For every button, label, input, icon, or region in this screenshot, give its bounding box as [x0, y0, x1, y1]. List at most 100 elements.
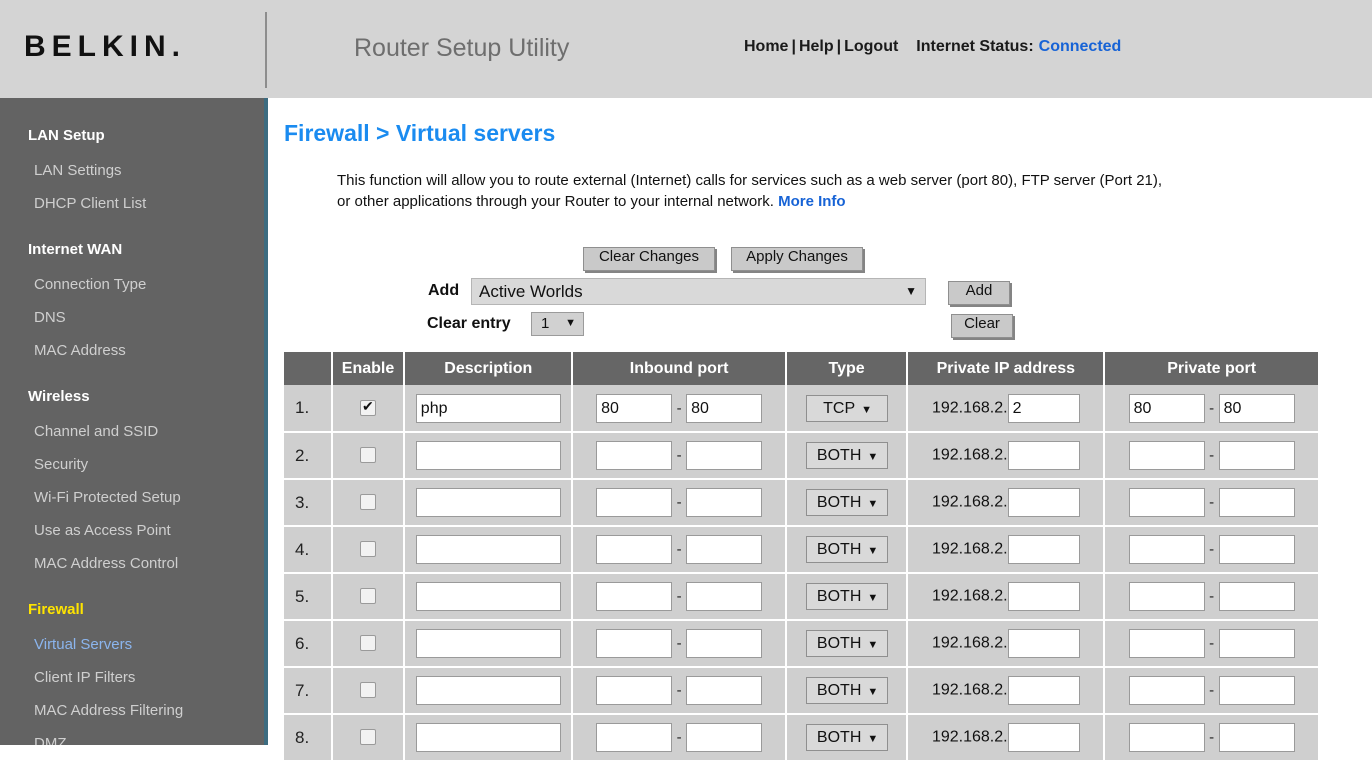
- inbound-port-cell: -: [572, 620, 787, 668]
- private-port-end-input[interactable]: [1218, 676, 1295, 705]
- private-port-start-input[interactable]: 80: [1128, 393, 1205, 423]
- sidebar-item-lan-settings[interactable]: LAN Settings: [34, 162, 122, 179]
- inbound-port-start-input[interactable]: 80: [596, 393, 673, 423]
- type-select[interactable]: BOTH ▼: [805, 489, 888, 516]
- sidebar-item-virtual-servers[interactable]: Virtual Servers: [34, 636, 132, 653]
- sidebar-item-client-ip-filters[interactable]: Client IP Filters: [34, 669, 135, 686]
- private-port-end-input[interactable]: [1218, 441, 1295, 470]
- private-port-start-input[interactable]: [1128, 535, 1205, 564]
- inbound-port-end-input[interactable]: [686, 629, 763, 658]
- description-input[interactable]: [415, 629, 561, 658]
- private-ip-input[interactable]: 2: [1007, 393, 1080, 423]
- description-input[interactable]: php: [415, 393, 561, 423]
- inbound-port-start-input[interactable]: [596, 535, 673, 564]
- private-port-end-input[interactable]: [1218, 723, 1295, 752]
- private-ip-input[interactable]: [1007, 441, 1080, 470]
- clear-changes-button[interactable]: Clear Changes: [583, 247, 715, 271]
- sidebar-item-security[interactable]: Security: [34, 456, 88, 473]
- description-input[interactable]: [415, 535, 561, 564]
- private-ip-input[interactable]: [1007, 723, 1080, 752]
- table-header-inbound-port: Inbound port: [572, 352, 787, 385]
- description-input[interactable]: [415, 441, 561, 470]
- private-port-start-input[interactable]: [1128, 441, 1205, 470]
- inbound-port-start-input[interactable]: [596, 629, 673, 658]
- private-port-start-input[interactable]: [1128, 488, 1205, 517]
- chevron-down-icon: ▼: [867, 451, 879, 463]
- private-port-end-input[interactable]: 80: [1218, 393, 1295, 423]
- nav-home[interactable]: Home: [744, 38, 788, 55]
- enable-checkbox[interactable]: [360, 682, 376, 699]
- inbound-port-start-input[interactable]: [596, 676, 673, 705]
- private-port-end-input[interactable]: [1218, 629, 1295, 658]
- table-header: Enable Description Inbound port Type Private…: [284, 352, 1318, 385]
- inbound-port-end-input[interactable]: [686, 535, 763, 564]
- add-service-select[interactable]: Active Worlds ▼: [471, 278, 926, 305]
- inbound-port-end-input[interactable]: [686, 441, 763, 470]
- clear-button[interactable]: Clear: [951, 314, 1013, 338]
- sidebar-group-lan-setup: LAN Setup: [28, 127, 105, 144]
- inbound-port-end-input[interactable]: [686, 723, 763, 752]
- enable-checkbox[interactable]: [360, 447, 376, 464]
- nav-logout[interactable]: Logout: [844, 38, 898, 55]
- sidebar-item-dns[interactable]: DNS: [34, 309, 66, 326]
- private-port-end-input[interactable]: [1218, 488, 1295, 517]
- sidebar-item-use-as-access-point[interactable]: Use as Access Point: [34, 522, 171, 539]
- sidebar-item-mac-address-control[interactable]: MAC Address Control: [34, 555, 178, 572]
- private-ip-input[interactable]: [1007, 629, 1080, 658]
- private-port-end-input[interactable]: [1218, 535, 1295, 564]
- type-select[interactable]: BOTH ▼: [805, 583, 888, 610]
- sidebar-item-dhcp-client-list[interactable]: DHCP Client List: [34, 195, 146, 212]
- enable-checkbox[interactable]: [360, 541, 376, 558]
- table-row: 4. - BOTH ▼ 192.168.2. -: [284, 526, 1318, 574]
- inbound-port-start-input[interactable]: [596, 488, 673, 517]
- private-ip-input[interactable]: [1007, 488, 1080, 517]
- private-ip-input[interactable]: [1007, 676, 1080, 705]
- private-ip-input[interactable]: [1007, 582, 1080, 611]
- enable-checkbox[interactable]: [360, 398, 376, 416]
- type-select[interactable]: TCP ▼: [805, 394, 888, 422]
- private-port-start-input[interactable]: [1128, 676, 1205, 705]
- sidebar-group-internet-wan: Internet WAN: [28, 241, 123, 258]
- private-port-end-input[interactable]: [1218, 582, 1295, 611]
- description-input[interactable]: [415, 723, 561, 752]
- inbound-port-end-input[interactable]: [686, 582, 763, 611]
- clear-entry-select[interactable]: 1 ▼: [531, 312, 584, 336]
- private-ip-input[interactable]: [1007, 535, 1080, 564]
- enable-checkbox[interactable]: [360, 729, 376, 746]
- inbound-port-start-input[interactable]: [596, 582, 673, 611]
- enable-checkbox[interactable]: [360, 635, 376, 652]
- type-select[interactable]: BOTH ▼: [805, 630, 888, 657]
- sidebar-item-wi-fi-protected-setup[interactable]: Wi-Fi Protected Setup: [34, 489, 181, 506]
- inbound-port-end-input[interactable]: [686, 488, 763, 517]
- description-cell: [404, 432, 574, 480]
- type-select[interactable]: BOTH ▼: [805, 724, 888, 751]
- more-info-link[interactable]: More Info: [778, 193, 846, 210]
- sidebar-item-mac-address[interactable]: MAC Address: [34, 342, 126, 359]
- inbound-port-start-input[interactable]: [596, 723, 673, 752]
- add-button[interactable]: Add: [948, 281, 1010, 305]
- apply-changes-button[interactable]: Apply Changes: [731, 247, 863, 271]
- table-row: 8. - BOTH ▼ 192.168.2. -: [284, 714, 1318, 762]
- description-input[interactable]: [415, 488, 561, 517]
- nav-help[interactable]: Help: [799, 38, 834, 55]
- enable-checkbox[interactable]: [360, 494, 376, 511]
- type-select[interactable]: BOTH ▼: [805, 536, 888, 563]
- description-input[interactable]: [415, 582, 561, 611]
- private-port-start-input[interactable]: [1128, 723, 1205, 752]
- sidebar-item-dmz[interactable]: DMZ: [34, 735, 67, 745]
- sidebar-item-connection-type[interactable]: Connection Type: [34, 276, 146, 293]
- sidebar-item-channel-and-ssid[interactable]: Channel and SSID: [34, 423, 158, 440]
- chevron-down-icon: ▼: [867, 498, 879, 510]
- inbound-port-end-input[interactable]: 80: [686, 393, 763, 423]
- inbound-port-start-input[interactable]: [596, 441, 673, 470]
- enable-checkbox[interactable]: [360, 588, 376, 605]
- private-port-start-input[interactable]: [1128, 582, 1205, 611]
- description-line-1: This function will allow you to route ex…: [337, 172, 1018, 189]
- row-index: 5.: [284, 573, 333, 621]
- type-select[interactable]: BOTH ▼: [805, 442, 888, 469]
- description-input[interactable]: [415, 676, 561, 705]
- sidebar-item-mac-address-filtering[interactable]: MAC Address Filtering: [34, 702, 183, 719]
- private-port-start-input[interactable]: [1128, 629, 1205, 658]
- type-select[interactable]: BOTH ▼: [805, 677, 888, 704]
- inbound-port-end-input[interactable]: [686, 676, 763, 705]
